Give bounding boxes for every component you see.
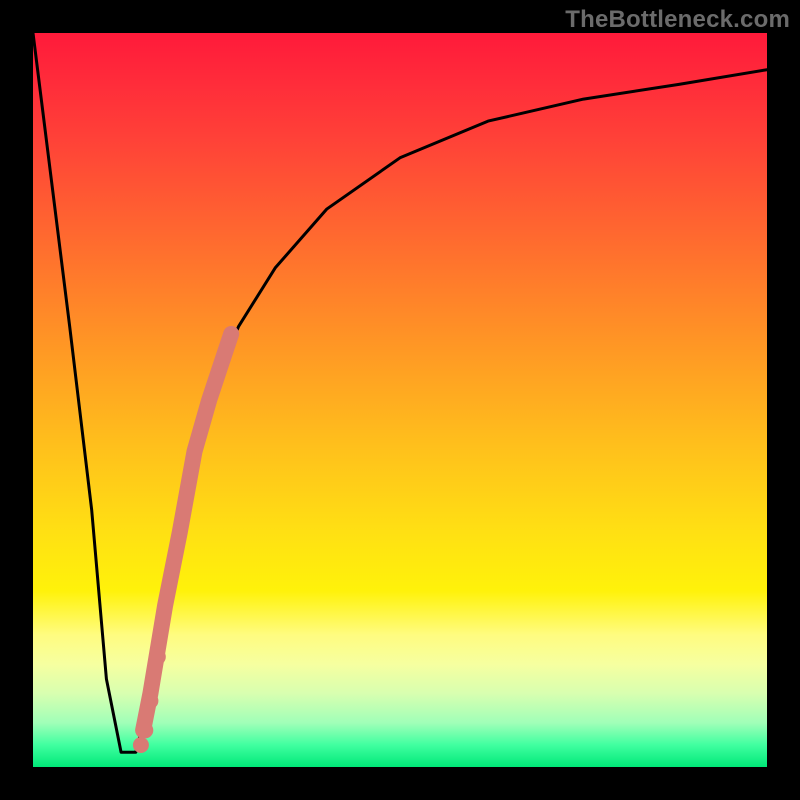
highlight-points xyxy=(133,649,166,753)
highlight-segment xyxy=(143,334,231,730)
highlight-point xyxy=(150,649,166,665)
highlight-point xyxy=(133,737,149,753)
bottleneck-curve xyxy=(33,33,767,752)
highlight-point xyxy=(142,693,158,709)
chart-svg xyxy=(33,33,767,767)
highlight-point xyxy=(137,722,153,738)
plot-area xyxy=(33,33,767,767)
chart-frame: TheBottleneck.com xyxy=(0,0,800,800)
watermark-text: TheBottleneck.com xyxy=(565,6,790,34)
